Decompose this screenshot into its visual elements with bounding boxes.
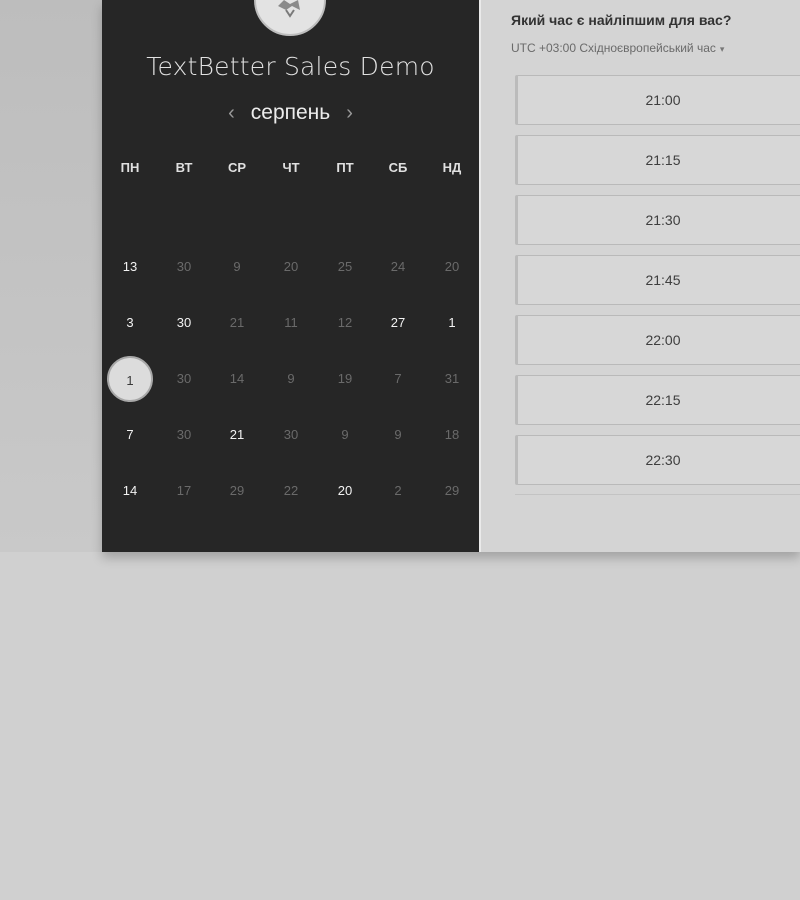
month-navigation: ‹ серпень › <box>102 99 479 127</box>
company-logo <box>254 0 326 36</box>
weekday-label: НД <box>442 160 462 175</box>
calendar-day[interactable]: 30 <box>164 313 204 333</box>
weekday-label: СР <box>227 160 247 175</box>
time-panel: Який час є найліпшим для вас? UTC +03:00… <box>479 0 800 552</box>
calendar-day: 9 <box>394 427 402 442</box>
weekday-label: ПН <box>120 160 140 175</box>
time-question: Який час є найліпшим для вас? <box>511 12 732 28</box>
time-slot-button[interactable]: 22:00 <box>515 315 800 365</box>
time-slot-button[interactable]: 21:00 <box>515 75 800 125</box>
next-month-icon[interactable]: › <box>346 99 353 127</box>
time-slot-label: 21:15 <box>645 152 681 168</box>
time-slot-button[interactable]: 21:15 <box>515 135 800 185</box>
calendar-day: 18 <box>444 427 460 442</box>
calendar-day: 19 <box>337 371 353 386</box>
calendar-day: 30 <box>176 259 192 274</box>
weekday-label: ВТ <box>175 160 193 175</box>
time-slot-label: 22:30 <box>645 452 681 468</box>
timezone-label: UTC +03:00 Східноєвропейський час <box>511 41 716 55</box>
calendar-day-selected[interactable]: 1 <box>107 356 153 402</box>
calendar-panel: TextBetter Sales Demo ‹ серпень › ПН ВТ СР… <box>102 0 479 552</box>
calendar-day: 11 <box>284 315 298 330</box>
calendar-day: 20 <box>283 259 299 274</box>
scheduling-widget: TextBetter Sales Demo ‹ серпень › ПН ВТ СР… <box>102 0 800 552</box>
time-slot-partial <box>515 494 800 505</box>
background-strip <box>0 0 102 552</box>
time-slot-label: 21:45 <box>645 272 681 288</box>
weekday-label: СБ <box>388 160 408 175</box>
calendar-day: 9 <box>287 371 295 386</box>
weekday-label: ПТ <box>336 160 354 175</box>
calendar-day: 2 <box>394 483 402 498</box>
calendar-day: 31 <box>444 371 460 386</box>
calendar-day: 20 <box>444 259 460 274</box>
calendar-day: 29 <box>229 483 245 498</box>
calendar-day[interactable]: 1 <box>432 313 472 333</box>
calendar-day: 9 <box>233 259 241 274</box>
month-label: серпень <box>250 101 331 124</box>
weekday-label: ЧТ <box>282 160 300 175</box>
calendar-day: 21 <box>229 315 245 330</box>
calendar-day: 14 <box>229 371 245 386</box>
calendar-day: 7 <box>394 371 402 386</box>
time-slot-label: 22:15 <box>645 392 681 408</box>
calendar-day: 30 <box>176 427 192 442</box>
calendar-day[interactable]: 7 <box>110 425 150 445</box>
calendar-day: 25 <box>337 259 353 274</box>
calendar-day[interactable]: 3 <box>110 313 150 333</box>
timezone-selector[interactable]: UTC +03:00 Східноєвропейський час ▾ <box>511 41 724 55</box>
calendar-day: 24 <box>390 259 406 274</box>
caret-down-icon: ▾ <box>719 44 725 54</box>
time-slot-button[interactable]: 21:45 <box>515 255 800 305</box>
time-slot-label: 22:00 <box>645 332 681 348</box>
calendar-day: 30 <box>176 371 192 386</box>
time-slot-button[interactable]: 22:15 <box>515 375 800 425</box>
calendar-day[interactable]: 14 <box>110 481 150 501</box>
event-title: TextBetter Sales Demo <box>146 52 435 81</box>
calendar-day: 17 <box>176 483 192 498</box>
prev-month-icon[interactable]: ‹ <box>228 99 235 127</box>
calendar-day[interactable]: 27 <box>378 313 418 333</box>
calendar-day[interactable]: 21 <box>217 425 257 445</box>
time-slot-label: 21:30 <box>645 212 681 228</box>
calendar-day[interactable]: 20 <box>325 481 365 501</box>
weekday-header: ПН ВТ СР ЧТ ПТ СБ НД <box>102 160 479 180</box>
calendar-day: 29 <box>444 483 460 498</box>
calendar-day[interactable]: 13 <box>110 257 150 277</box>
calendar-day: 22 <box>283 483 299 498</box>
calendar-day: 9 <box>341 427 349 442</box>
calendar-day: 30 <box>283 427 299 442</box>
time-slot-label: 21:00 <box>645 92 681 108</box>
time-slot-button[interactable]: 22:30 <box>515 435 800 485</box>
time-slot-button[interactable]: 21:30 <box>515 195 800 245</box>
calendar-day: 12 <box>337 315 353 330</box>
